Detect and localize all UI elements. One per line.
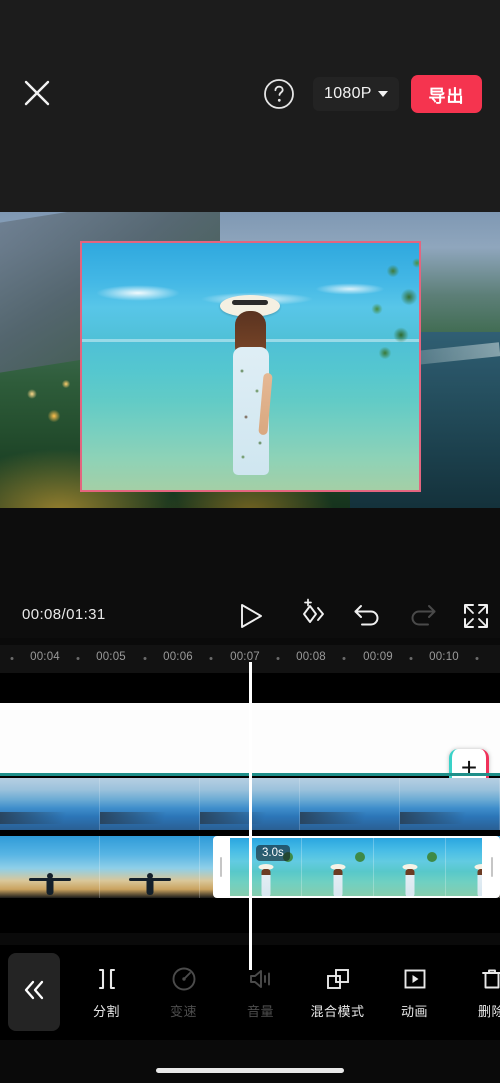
selected-clip-thumbnail (374, 838, 446, 896)
trim-handle-left[interactable] (213, 836, 229, 898)
help-circle-icon[interactable] (262, 77, 296, 111)
trim-grip (491, 857, 493, 877)
tool-split[interactable]: 分割 (68, 945, 145, 1040)
home-indicator (156, 1068, 344, 1073)
tool-list: 分割 变速 音量 混合模式 动画 删除 (68, 945, 500, 1040)
thumbnail-person-body (333, 869, 342, 896)
ruler-tick-dot (209, 657, 213, 660)
export-button[interactable]: 导出 (411, 75, 482, 113)
tool-label: 分割 (92, 1003, 120, 1019)
thumbnail-person-body (261, 869, 270, 896)
split-icon (94, 966, 120, 992)
tool-delete[interactable]: 删除 (453, 945, 500, 1040)
ruler-tick-label: 00:04 (30, 651, 60, 663)
thumbnail-person-body (405, 869, 414, 896)
ruler-tick-dot (409, 657, 413, 660)
track-thumbnail[interactable] (0, 778, 100, 830)
ruler-tick-label: 00:06 (163, 651, 193, 663)
track-thumbnail[interactable] (400, 778, 500, 830)
track-thumbnail[interactable] (0, 836, 100, 898)
ruler-tick-label: 00:10 (429, 651, 459, 663)
selected-clip-thumbnail (446, 838, 482, 896)
selected-clip-thumbnail (302, 838, 374, 896)
resolution-selector[interactable]: 1080P (313, 77, 399, 111)
tool-animation[interactable]: 动画 (376, 945, 453, 1040)
animation-icon (402, 966, 428, 992)
resolution-label: 1080P (324, 85, 372, 102)
tool-label: 动画 (400, 1003, 428, 1019)
thumbnail-person-body (146, 878, 153, 895)
ruler-tick-dot (342, 657, 346, 660)
tool-label: 混合模式 (310, 1003, 365, 1019)
clip-duration-badge: 3.0s (256, 845, 290, 861)
ruler-tick-dot (475, 657, 479, 660)
ruler-tick-label: 00:09 (363, 651, 393, 663)
undo-icon[interactable] (352, 602, 382, 628)
ruler-tick-dot (10, 657, 14, 660)
tool-label: 删除 (477, 1003, 500, 1019)
ruler-tick-dot (76, 657, 80, 660)
overlay-person (220, 295, 280, 480)
tool-label: 变速 (169, 1003, 197, 1019)
ruler-tick-dot (276, 657, 280, 660)
speed-icon (171, 966, 197, 992)
top-bar: 1080P 导出 (0, 0, 500, 212)
overlay-clip-frame[interactable] (80, 241, 421, 492)
overlay-tree (305, 249, 419, 389)
video-preview[interactable] (0, 212, 500, 508)
chevrons-left-icon (21, 979, 47, 1006)
thumbnail-person (28, 873, 71, 895)
export-label: 导出 (428, 86, 465, 106)
redo-icon[interactable] (408, 602, 438, 628)
tool-label: 音量 (246, 1003, 274, 1019)
trim-grip (220, 857, 222, 877)
thumbnail-person-body (46, 878, 53, 895)
track-thumbnail[interactable] (300, 778, 400, 830)
tool-speed[interactable]: 变速 (145, 945, 222, 1040)
track-thumbnail[interactable] (100, 836, 200, 898)
delete-icon (479, 966, 500, 992)
play-icon[interactable] (238, 602, 264, 630)
ruler-tick-label: 00:07 (230, 651, 260, 663)
video-editor-screen: 1080P 导出 00:08/01:31 00:04 00:05 00:06 0… (0, 0, 500, 1083)
trim-handle-right[interactable] (484, 836, 500, 898)
add-keyframe-icon[interactable] (296, 598, 330, 630)
ruler-tick-label: 00:05 (96, 651, 126, 663)
ruler-tick-label: 00:08 (296, 651, 326, 663)
thumbnail-palm (427, 852, 437, 862)
close-icon[interactable] (18, 74, 56, 112)
thumbnail-person (128, 873, 171, 895)
tool-blend-mode[interactable]: 混合模式 (299, 945, 376, 1040)
playhead[interactable] (249, 662, 252, 970)
tool-volume[interactable]: 音量 (222, 945, 299, 1040)
overlay-image (82, 243, 419, 490)
blend-mode-icon (325, 966, 351, 992)
thumbnail-person-body (477, 869, 482, 896)
ruler-tick-dot (143, 657, 147, 660)
track-thumbnail[interactable] (100, 778, 200, 830)
timecode-display: 00:08/01:31 (22, 606, 106, 623)
fullscreen-icon[interactable] (462, 602, 490, 630)
chevron-down-icon (377, 91, 388, 97)
thumbnail-palm (355, 852, 365, 862)
collapse-toolbar-button[interactable] (8, 953, 60, 1031)
